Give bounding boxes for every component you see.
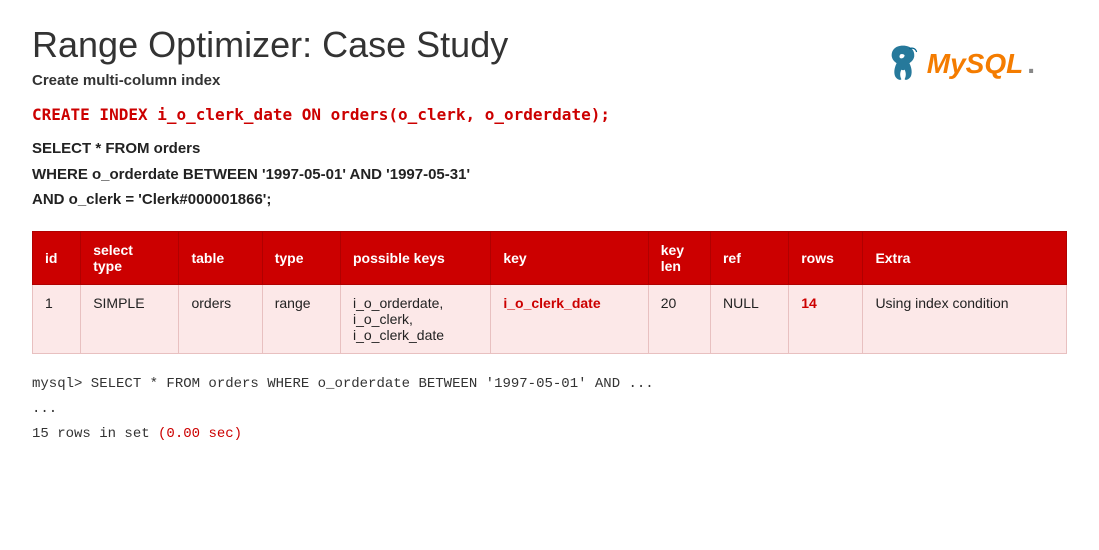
cell-rows: 14	[789, 284, 863, 353]
terminal-output: mysql> SELECT * FROM orders WHERE o_orde…	[32, 372, 1067, 448]
key-value: i_o_clerk_date	[503, 295, 600, 311]
mysql-logo-area: MySQL.	[883, 44, 1035, 84]
terminal-line2: ...	[32, 397, 1067, 422]
col-type: type	[262, 231, 340, 284]
explain-table: id selecttype table type possible keys k…	[32, 231, 1067, 354]
table-header-row: id selecttype table type possible keys k…	[33, 231, 1067, 284]
terminal-line3: 15 rows in set (0.00 sec)	[32, 422, 1067, 447]
cell-id: 1	[33, 284, 81, 353]
cell-type: range	[262, 284, 340, 353]
cell-table: orders	[179, 284, 262, 353]
cell-key-len: 20	[648, 284, 710, 353]
mysql-dot: .	[1027, 48, 1035, 80]
select-query-block: SELECT * FROM orders WHERE o_orderdate B…	[32, 136, 1067, 213]
col-ref: ref	[710, 231, 788, 284]
select-query-line1: SELECT * FROM orders	[32, 136, 1067, 162]
col-table: table	[179, 231, 262, 284]
select-query-line2: WHERE o_orderdate BETWEEN '1997-05-01' A…	[32, 162, 1067, 188]
col-key: key	[491, 231, 648, 284]
table-row: 1 SIMPLE orders range i_o_orderdate,i_o_…	[33, 284, 1067, 353]
cell-key: i_o_clerk_date	[491, 284, 648, 353]
cell-select-type: SIMPLE	[81, 284, 179, 353]
col-id: id	[33, 231, 81, 284]
col-key-len: keylen	[648, 231, 710, 284]
mysql-dolphin-icon	[883, 44, 923, 84]
cell-ref: NULL	[710, 284, 788, 353]
select-query-line3: AND o_clerk = 'Clerk#000001866';	[32, 187, 1067, 213]
col-possible-keys: possible keys	[340, 231, 490, 284]
mysql-logo: MySQL.	[883, 44, 1035, 84]
rows-value: 14	[801, 295, 817, 311]
cell-possible-keys: i_o_orderdate,i_o_clerk,i_o_clerk_date	[340, 284, 490, 353]
col-select-type: selecttype	[81, 231, 179, 284]
time-value: (0.00 sec)	[158, 426, 242, 442]
table-header: id selecttype table type possible keys k…	[33, 231, 1067, 284]
terminal-line1: mysql> SELECT * FROM orders WHERE o_orde…	[32, 372, 1067, 397]
col-rows: rows	[789, 231, 863, 284]
create-index-statement: CREATE INDEX i_o_clerk_date ON orders(o_…	[32, 105, 1067, 124]
mysql-text-label: MySQL	[927, 48, 1023, 80]
col-extra: Extra	[863, 231, 1067, 284]
cell-extra: Using index condition	[863, 284, 1067, 353]
table-body: 1 SIMPLE orders range i_o_orderdate,i_o_…	[33, 284, 1067, 353]
